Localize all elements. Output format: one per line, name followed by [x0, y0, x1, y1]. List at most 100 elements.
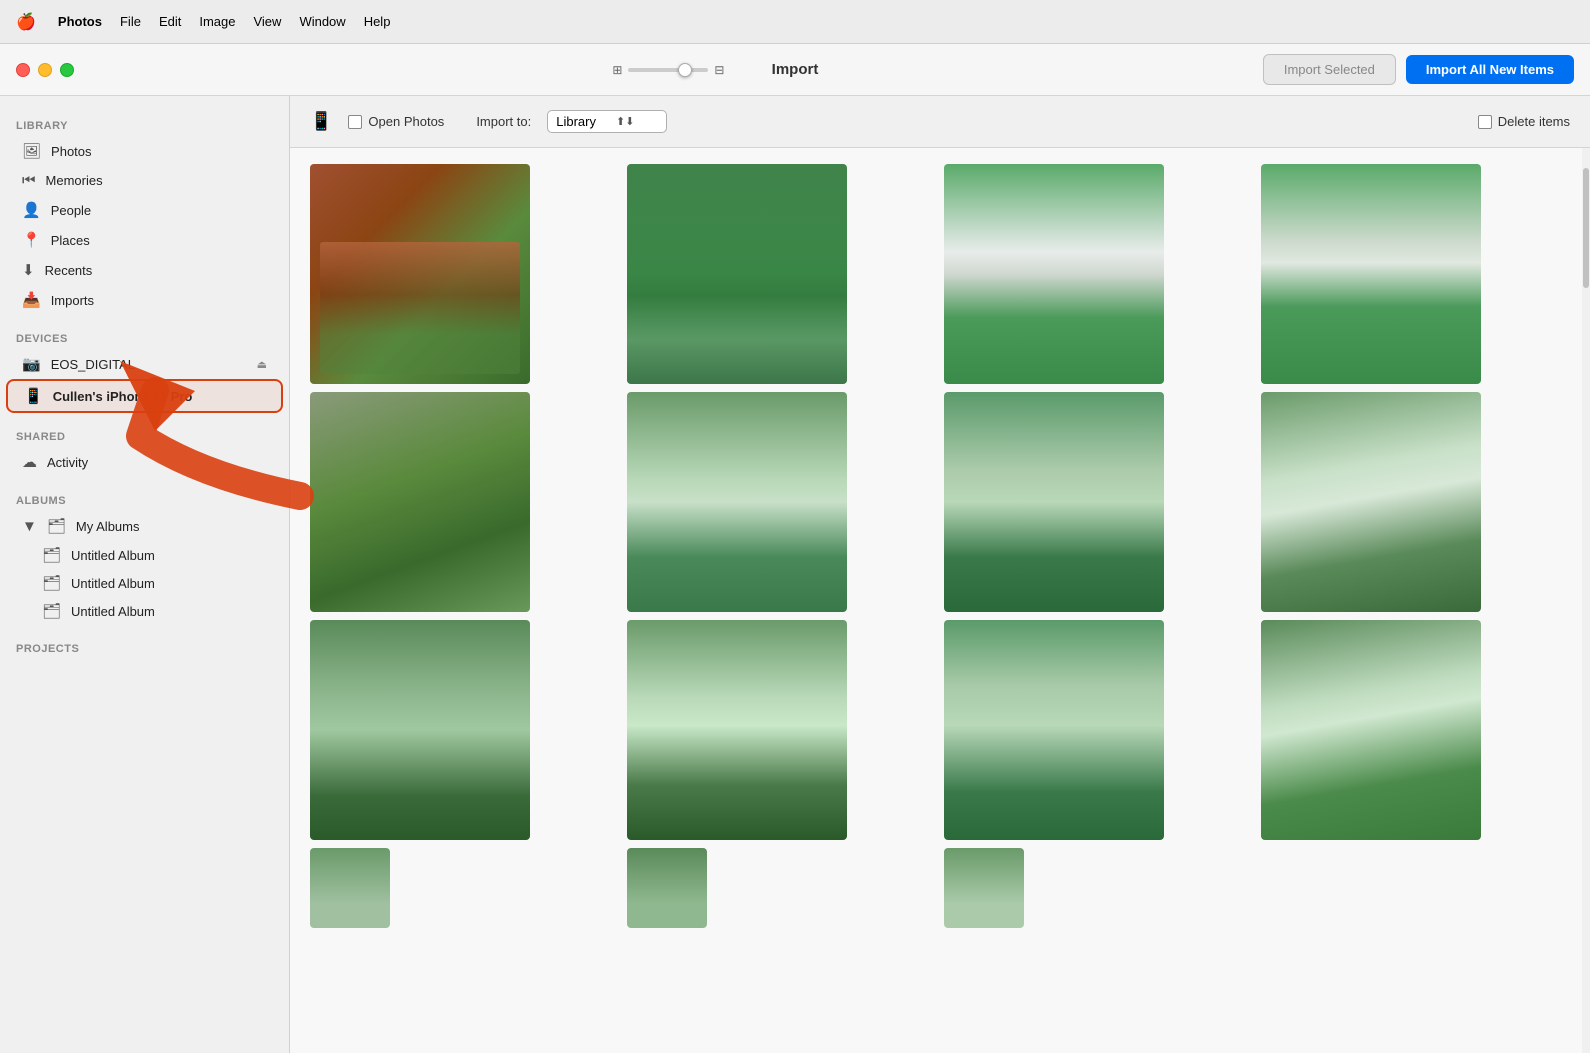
sidebar-photos-label: Photos: [51, 144, 91, 159]
scrollbar-thumb[interactable]: [1583, 168, 1589, 288]
import-to-text: Import to:: [476, 114, 531, 129]
sidebar-item-photos[interactable]: 🖼 Photos: [6, 136, 283, 166]
import-to-select[interactable]: Library ⬆⬇: [547, 110, 667, 133]
eject-icon: ⏏: [257, 358, 267, 371]
memories-icon: ⏮: [22, 172, 36, 189]
sidebar-iphone-label: Cullen's iPhone 11 Pro: [53, 389, 193, 404]
sidebar-item-places[interactable]: 📍 Places: [6, 225, 283, 255]
import-toolbar: 📱 Open Photos Import to: Library ⬆⬇ Dele…: [290, 96, 1590, 148]
sidebar-item-recents[interactable]: ⬇ Recents: [6, 255, 283, 285]
import-to-value: Library: [556, 114, 596, 129]
window-title: Import: [772, 61, 819, 78]
menu-view[interactable]: View: [253, 14, 281, 29]
sidebar-item-memories[interactable]: ⏮ Memories: [6, 166, 283, 195]
sidebar-activity-label: Activity: [47, 455, 88, 470]
photo-5[interactable]: [310, 392, 530, 612]
devices-header: Devices: [0, 325, 289, 349]
close-button[interactable]: [16, 63, 30, 77]
photo-3[interactable]: [944, 164, 1164, 384]
photos-icon: 🖼: [22, 142, 41, 160]
slider-track[interactable]: [628, 68, 708, 72]
photo-14-partial[interactable]: [627, 848, 707, 928]
sidebar-imports-label: Imports: [51, 293, 94, 308]
photo-15-partial[interactable]: [944, 848, 1024, 928]
camera-icon: 📷: [22, 355, 41, 373]
menu-image[interactable]: Image: [199, 14, 235, 29]
my-albums-label: My Albums: [76, 519, 140, 534]
sidebar-item-album-1[interactable]: 🗂 Untitled Album: [6, 541, 283, 569]
zoom-in-icon: ⊟: [714, 63, 724, 77]
sidebar-item-album-2[interactable]: 🗂 Untitled Album: [6, 569, 283, 597]
iphone-icon: 📱: [24, 387, 43, 405]
photo-4[interactable]: [1261, 164, 1481, 384]
sidebar-item-iphone[interactable]: 📱 Cullen's iPhone 11 Pro: [6, 379, 283, 413]
sidebar-item-my-albums[interactable]: ▼ 🗂 My Albums: [6, 511, 283, 541]
imports-icon: 📥: [22, 291, 41, 309]
sidebar-item-activity[interactable]: ☁ Activity: [6, 447, 283, 477]
places-icon: 📍: [22, 231, 41, 249]
shared-header: Shared: [0, 423, 289, 447]
open-photos-text: Open Photos: [368, 114, 444, 129]
menu-edit[interactable]: Edit: [159, 14, 181, 29]
album-icon-2: 🗂: [42, 574, 61, 592]
delete-items-text: Delete items: [1498, 114, 1570, 129]
sidebar-item-album-3[interactable]: 🗂 Untitled Album: [6, 597, 283, 625]
library-header: Library: [0, 112, 289, 136]
photo-12[interactable]: [1261, 620, 1481, 840]
delete-items-label[interactable]: Delete items: [1478, 114, 1570, 129]
photo-13-partial[interactable]: [310, 848, 390, 928]
album-2-label: Untitled Album: [71, 576, 155, 591]
album-icon-1: 🗂: [42, 546, 61, 564]
slider-thumb[interactable]: [678, 63, 692, 77]
people-icon: 👤: [22, 201, 41, 219]
main-content: Library 🖼 Photos ⏮ Memories 👤 People 📍 P…: [0, 96, 1590, 1053]
photo-9[interactable]: [310, 620, 530, 840]
titlebar: ⊞ ⊟ Import Import Selected Import All Ne…: [0, 44, 1590, 96]
sidebar-places-label: Places: [51, 233, 90, 248]
menubar: 🍎 Photos File Edit Image View Window Hel…: [0, 0, 1590, 44]
projects-header: Projects: [0, 635, 289, 659]
minimize-button[interactable]: [38, 63, 52, 77]
sidebar-item-imports[interactable]: 📥 Imports: [6, 285, 283, 315]
maximize-button[interactable]: [60, 63, 74, 77]
photo-1[interactable]: [310, 164, 530, 384]
sidebar-recents-label: Recents: [45, 263, 93, 278]
apple-icon[interactable]: 🍎: [16, 12, 36, 32]
activity-icon: ☁: [22, 453, 37, 471]
photo-2[interactable]: [627, 164, 847, 384]
menu-photos[interactable]: Photos: [58, 14, 102, 29]
open-photos-label[interactable]: Open Photos: [348, 114, 444, 129]
sidebar-item-eos[interactable]: 📷 EOS_DIGITAL ⏏: [6, 349, 283, 379]
delete-items-checkbox[interactable]: [1478, 115, 1492, 129]
titlebar-controls: Import Selected Import All New Items: [1263, 54, 1574, 85]
zoom-slider[interactable]: ⊞ ⊟: [612, 63, 724, 77]
album-1-label: Untitled Album: [71, 548, 155, 563]
sidebar-item-people[interactable]: 👤 People: [6, 195, 283, 225]
menu-file[interactable]: File: [120, 14, 141, 29]
select-arrows-icon: ⬆⬇: [616, 115, 634, 128]
device-icon-toolbar: 📱: [310, 111, 332, 132]
photo-8[interactable]: [1261, 392, 1481, 612]
folder-icon: 🗂: [47, 517, 66, 535]
chevron-down-icon: ▼: [22, 518, 37, 535]
photo-grid: [290, 148, 1590, 1053]
photo-10[interactable]: [627, 620, 847, 840]
recents-icon: ⬇: [22, 261, 35, 279]
sidebar-eos-label: EOS_DIGITAL: [51, 357, 135, 372]
sidebar-memories-label: Memories: [46, 173, 103, 188]
zoom-out-icon: ⊞: [612, 63, 622, 77]
albums-header: Albums: [0, 487, 289, 511]
photo-6[interactable]: [627, 392, 847, 612]
photo-7[interactable]: [944, 392, 1164, 612]
import-all-button[interactable]: Import All New Items: [1406, 55, 1574, 84]
menu-window[interactable]: Window: [299, 14, 345, 29]
import-selected-button[interactable]: Import Selected: [1263, 54, 1396, 85]
sidebar-people-label: People: [51, 203, 91, 218]
open-photos-checkbox[interactable]: [348, 115, 362, 129]
album-icon-3: 🗂: [42, 602, 61, 620]
scrollbar-track: [1582, 148, 1590, 1053]
menu-help[interactable]: Help: [364, 14, 391, 29]
sidebar: Library 🖼 Photos ⏮ Memories 👤 People 📍 P…: [0, 96, 290, 1053]
album-3-label: Untitled Album: [71, 604, 155, 619]
photo-11[interactable]: [944, 620, 1164, 840]
